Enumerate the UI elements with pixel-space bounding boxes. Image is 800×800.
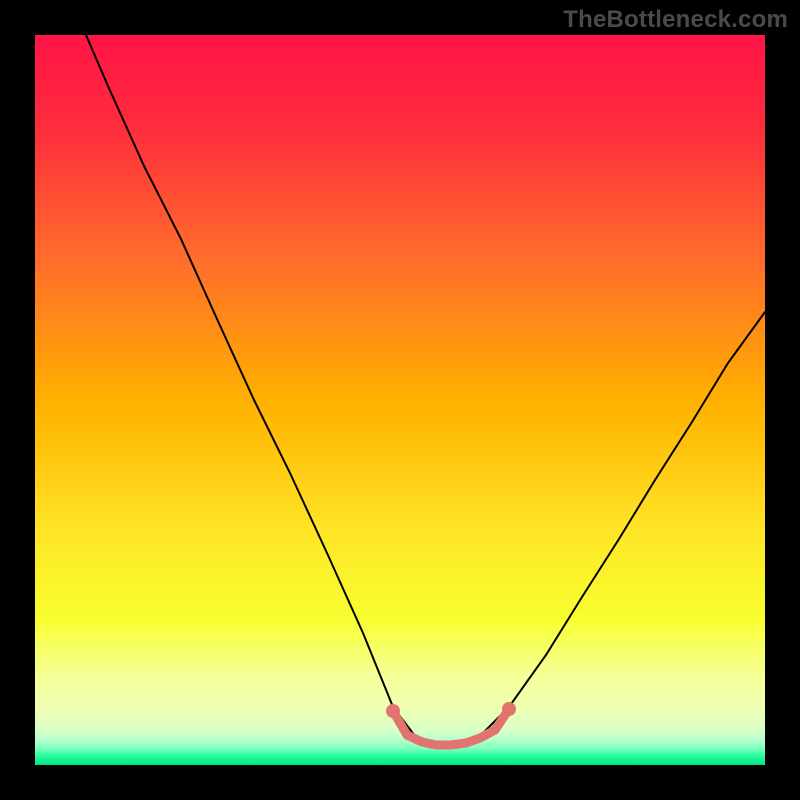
optimal-zone-marker xyxy=(393,709,509,745)
bottleneck-curve-svg xyxy=(35,35,765,765)
plot-area xyxy=(35,35,765,765)
chart-frame: TheBottleneck.com xyxy=(0,0,800,800)
marker-endpoint-left xyxy=(386,704,400,718)
marker-endpoint-right xyxy=(502,702,516,716)
watermark-text: TheBottleneck.com xyxy=(563,6,788,34)
bottleneck-curve xyxy=(86,35,765,743)
